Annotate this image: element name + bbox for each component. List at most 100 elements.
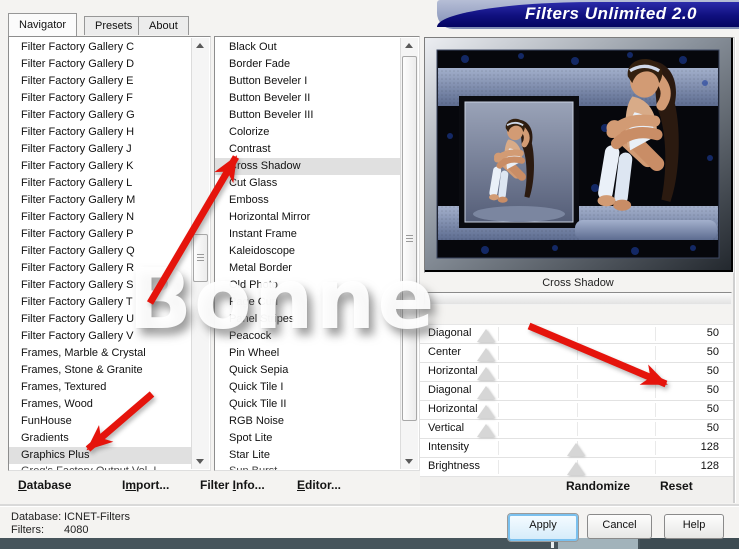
- list-item[interactable]: RGB Noise: [215, 413, 401, 430]
- filter-info-button[interactable]: Filter Info...: [200, 478, 265, 492]
- list-item[interactable]: Metal Border: [215, 260, 401, 277]
- tab-navigator[interactable]: Navigator: [8, 13, 77, 36]
- slider-tick: [655, 365, 656, 379]
- slider-tick: [498, 422, 499, 436]
- list-item[interactable]: Panel Stripes: [215, 311, 401, 328]
- list-item[interactable]: Filter Factory Gallery J: [9, 141, 192, 158]
- list-item[interactable]: Graphics Plus: [9, 447, 192, 464]
- slider-label: Diagonal: [428, 327, 471, 339]
- list-item[interactable]: Gradients: [9, 430, 192, 447]
- list-item-partial[interactable]: Sun Burst: [215, 464, 401, 470]
- list-item[interactable]: Button Beveler II: [215, 90, 401, 107]
- list-item[interactable]: Button Beveler I: [215, 73, 401, 90]
- list-item[interactable]: Black Out: [215, 39, 401, 56]
- slider-row[interactable]: Diagonal50: [420, 325, 733, 344]
- list-item[interactable]: Old Photo: [215, 277, 401, 294]
- slider-row[interactable]: Diagonal50: [420, 382, 733, 401]
- import-button[interactable]: Import...: [122, 478, 169, 492]
- list-item[interactable]: Button Beveler III: [215, 107, 401, 124]
- slider-row[interactable]: Horizontal50: [420, 363, 733, 382]
- list-item[interactable]: Pin Wheel: [215, 345, 401, 362]
- list-item[interactable]: Instant Frame: [215, 226, 401, 243]
- middle-list-scrollbar[interactable]: [400, 38, 418, 469]
- scroll-down-icon[interactable]: [401, 453, 418, 469]
- list-item[interactable]: Quick Tile II: [215, 396, 401, 413]
- list-item[interactable]: Colorize: [215, 124, 401, 141]
- list-item[interactable]: Filter Factory Gallery Q: [9, 243, 192, 260]
- preview-filter-name: Cross Shadow: [424, 277, 732, 289]
- list-item[interactable]: Emboss: [215, 192, 401, 209]
- list-item[interactable]: Filter Factory Gallery V: [9, 328, 192, 345]
- list-item[interactable]: Filter Factory Gallery T: [9, 294, 192, 311]
- slider-thumb[interactable]: [477, 405, 495, 418]
- list-item[interactable]: Page Curl: [215, 294, 401, 311]
- randomize-button[interactable]: Randomize: [566, 479, 630, 493]
- slider-row[interactable]: Center 50: [420, 344, 733, 363]
- filter-list[interactable]: Black OutBorder FadeButton Beveler IButt…: [214, 36, 420, 471]
- slider-thumb[interactable]: [477, 367, 495, 380]
- slider-label: Intensity: [428, 441, 469, 453]
- list-item[interactable]: Border Fade: [215, 56, 401, 73]
- list-item[interactable]: FunHouse: [9, 413, 192, 430]
- slider-thumb[interactable]: [567, 443, 585, 456]
- list-item[interactable]: Frames, Textured: [9, 379, 192, 396]
- list-item[interactable]: Filter Factory Gallery S: [9, 277, 192, 294]
- list-item[interactable]: Quick Tile I: [215, 379, 401, 396]
- list-item[interactable]: Filter Factory Gallery U: [9, 311, 192, 328]
- list-item[interactable]: Cut Glass: [215, 175, 401, 192]
- list-item[interactable]: Filter Factory Gallery C: [9, 39, 192, 56]
- list-item[interactable]: Frames, Stone & Granite: [9, 362, 192, 379]
- list-item[interactable]: Filter Factory Gallery H: [9, 124, 192, 141]
- reset-button[interactable]: Reset: [660, 479, 693, 493]
- list-item[interactable]: Filter Factory Gallery R: [9, 260, 192, 277]
- filter-group-list[interactable]: Filter Factory Gallery CFilter Factory G…: [8, 36, 211, 471]
- list-item[interactable]: Horizontal Mirror: [215, 209, 401, 226]
- slider-row[interactable]: Horizontal50: [420, 401, 733, 420]
- list-item[interactable]: Filter Factory Gallery D: [9, 56, 192, 73]
- slider-label: Center: [428, 346, 461, 358]
- list-item[interactable]: Peacock: [215, 328, 401, 345]
- list-item[interactable]: Filter Factory Gallery K: [9, 158, 192, 175]
- list-item[interactable]: Spot Lite: [215, 430, 401, 447]
- list-item[interactable]: Filter Factory Gallery L: [9, 175, 192, 192]
- list-item[interactable]: Cross Shadow: [215, 158, 401, 175]
- slider-value: 50: [707, 365, 719, 377]
- editor-button[interactable]: Editor...: [297, 478, 341, 492]
- list-item[interactable]: Filter Factory Gallery P: [9, 226, 192, 243]
- slider-thumb[interactable]: [477, 329, 495, 342]
- tab-presets[interactable]: Presets: [84, 16, 143, 35]
- preview-box[interactable]: [424, 37, 734, 273]
- left-list-scrollbar[interactable]: [191, 38, 209, 469]
- slider-row[interactable]: Intensity128: [420, 439, 733, 458]
- slider-value: 50: [707, 346, 719, 358]
- list-item[interactable]: Frames, Marble & Crystal: [9, 345, 192, 362]
- list-item[interactable]: Contrast: [215, 141, 401, 158]
- list-item-partial[interactable]: Greg's Factory Output Vol. I: [9, 464, 192, 470]
- list-item[interactable]: Filter Factory Gallery M: [9, 192, 192, 209]
- list-item[interactable]: Quick Sepia: [215, 362, 401, 379]
- list-item[interactable]: Filter Factory Gallery N: [9, 209, 192, 226]
- slider-thumb[interactable]: [477, 386, 495, 399]
- scroll-up-icon[interactable]: [192, 38, 209, 54]
- list-item[interactable]: Filter Factory Gallery G: [9, 107, 192, 124]
- middle-scrollbar-thumb[interactable]: [402, 56, 417, 421]
- list-item[interactable]: Star Lite: [215, 447, 401, 464]
- slider-thumb[interactable]: [477, 424, 495, 437]
- tab-about[interactable]: About: [138, 16, 189, 35]
- list-item[interactable]: Filter Factory Gallery E: [9, 73, 192, 90]
- scroll-down-icon[interactable]: [192, 453, 209, 469]
- cancel-button[interactable]: Cancel: [587, 514, 652, 539]
- database-button[interactable]: Database: [18, 478, 71, 492]
- slider-thumb[interactable]: [477, 348, 495, 361]
- left-scrollbar-thumb[interactable]: [193, 234, 208, 282]
- scroll-up-icon[interactable]: [401, 38, 418, 54]
- list-item[interactable]: Filter Factory Gallery F: [9, 90, 192, 107]
- slider-row[interactable]: Brightness128: [420, 458, 733, 477]
- slider-panel: Diagonal50Center50Horizontal50Diagonal50…: [420, 324, 733, 477]
- slider-row[interactable]: Vertical50: [420, 420, 733, 439]
- list-item[interactable]: Kaleidoscope: [215, 243, 401, 260]
- list-item[interactable]: Frames, Wood: [9, 396, 192, 413]
- help-button[interactable]: Help: [664, 514, 724, 539]
- slider-thumb[interactable]: [567, 462, 585, 475]
- apply-button[interactable]: Apply: [508, 514, 578, 541]
